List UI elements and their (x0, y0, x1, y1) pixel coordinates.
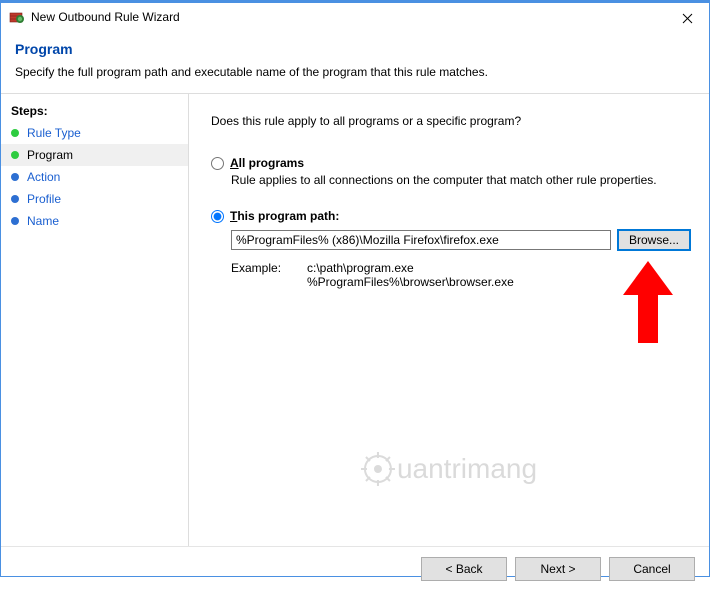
wizard-window: New Outbound Rule Wizard Program Specify… (0, 0, 710, 577)
steps-title: Steps: (1, 102, 188, 122)
bullet-icon (11, 195, 19, 203)
example-block: Example: c:\path\program.exe %ProgramFil… (231, 261, 691, 289)
close-button[interactable] (665, 3, 709, 33)
bullet-icon (11, 129, 19, 137)
step-program[interactable]: Program (1, 144, 188, 166)
step-label: Action (27, 170, 60, 184)
step-profile[interactable]: Profile (1, 188, 188, 210)
page-description: Specify the full program path and execut… (15, 65, 695, 79)
label-program-path[interactable]: This program path: (230, 209, 339, 223)
firewall-icon (9, 9, 25, 25)
option-program-path: This program path: Browse... Example: c:… (211, 209, 691, 289)
step-label: Name (27, 214, 59, 228)
bullet-icon (11, 173, 19, 181)
next-button[interactable]: Next > (515, 557, 601, 581)
radio-all-programs[interactable] (211, 157, 224, 170)
back-button[interactable]: < Back (421, 557, 507, 581)
rule-scope-question: Does this rule apply to all programs or … (211, 114, 691, 128)
step-rule-type[interactable]: Rule Type (1, 122, 188, 144)
titlebar: New Outbound Rule Wizard (1, 1, 709, 31)
step-name[interactable]: Name (1, 210, 188, 232)
step-label: Profile (27, 192, 61, 206)
label-all-programs[interactable]: All programs (230, 156, 304, 170)
wizard-content: Does this rule apply to all programs or … (189, 94, 709, 546)
page-heading: Program (15, 41, 695, 57)
program-path-input[interactable] (231, 230, 611, 250)
watermark: uantrimang (361, 452, 537, 486)
step-action[interactable]: Action (1, 166, 188, 188)
example-lines: c:\path\program.exe %ProgramFiles%\brows… (307, 261, 514, 289)
wizard-footer: < Back Next > Cancel (1, 546, 709, 590)
cancel-button[interactable]: Cancel (609, 557, 695, 581)
step-label[interactable]: Rule Type (27, 126, 81, 140)
option-all-programs: All programs Rule applies to all connect… (211, 156, 691, 187)
bullet-icon (11, 151, 19, 159)
browse-button[interactable]: Browse... (617, 229, 691, 251)
bullet-icon (11, 217, 19, 225)
window-title: New Outbound Rule Wizard (31, 10, 180, 24)
steps-sidebar: Steps: Rule Type Program Action Profile … (1, 94, 189, 546)
example-label: Example: (231, 261, 307, 289)
step-label: Program (27, 148, 73, 162)
desc-all-programs: Rule applies to all connections on the c… (231, 173, 691, 187)
radio-program-path[interactable] (211, 210, 224, 223)
wizard-header: Program Specify the full program path an… (1, 31, 709, 94)
